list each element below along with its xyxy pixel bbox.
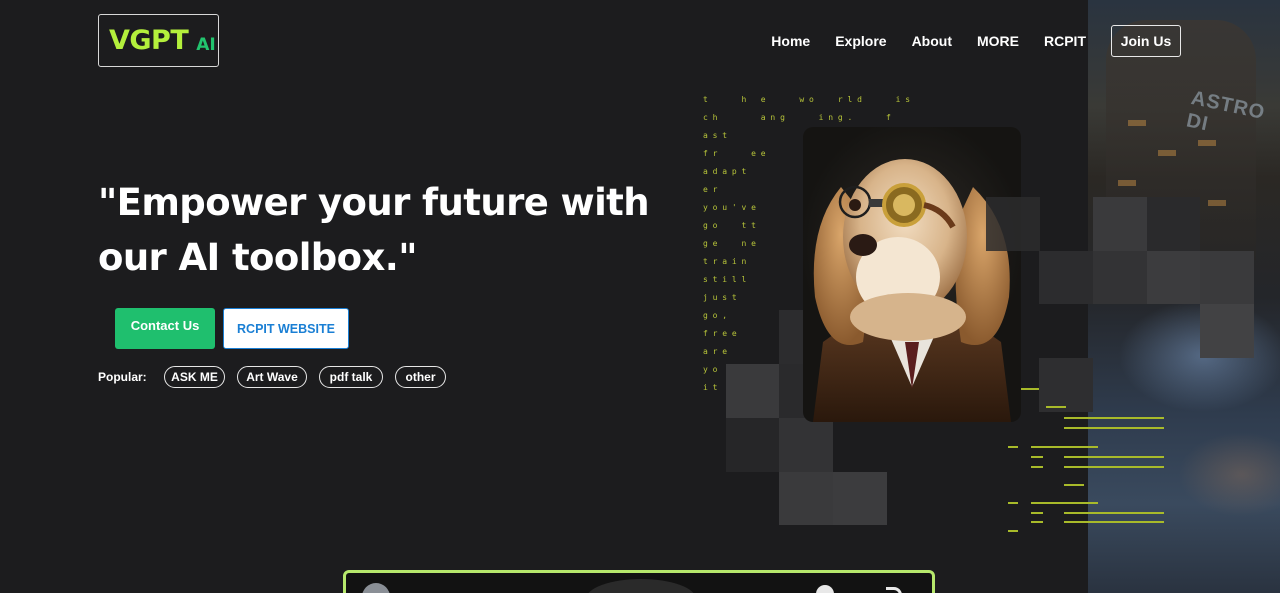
nav-rcpit[interactable]: RCPIT	[1044, 33, 1086, 49]
nav-about[interactable]: About	[912, 33, 952, 49]
pixel-square	[1039, 358, 1093, 412]
window-light	[1208, 200, 1226, 206]
dog-illustration	[813, 159, 1011, 422]
pixel-square	[1200, 304, 1254, 358]
share-icon[interactable]	[886, 587, 902, 593]
code-line	[1031, 456, 1043, 458]
code-line	[1031, 466, 1043, 468]
window-light	[1198, 140, 1216, 146]
pixel-square	[779, 418, 833, 472]
landing-page: ASTRO DI VGPT AI Home Explore About MORE…	[0, 0, 1280, 593]
pixel-square	[726, 418, 780, 472]
channel-avatar[interactable]	[362, 583, 390, 593]
pixel-square	[779, 472, 833, 525]
watch-later-icon[interactable]	[816, 585, 834, 593]
pixel-square	[1147, 251, 1200, 304]
hero-title-line-2: our AI toolbox."	[98, 236, 417, 279]
hero-title-line-1: "Empower your future with	[98, 181, 650, 224]
join-us-button[interactable]: Join Us	[1111, 25, 1181, 57]
hero-title: "Empower your future with our AI toolbox…	[98, 175, 658, 285]
code-line	[1008, 502, 1018, 504]
chip-art-wave[interactable]: Art Wave	[237, 366, 307, 388]
code-line	[1031, 502, 1098, 504]
window-light	[1128, 120, 1146, 126]
nav-more[interactable]: MORE	[977, 33, 1019, 49]
logo-main-text: VGPT	[109, 25, 189, 56]
pixel-square	[1093, 251, 1147, 304]
code-line	[1031, 512, 1043, 514]
code-line	[1064, 417, 1164, 419]
code-line	[1064, 521, 1164, 523]
contact-us-button[interactable]: Contact Us	[115, 308, 215, 349]
window-light	[1158, 150, 1176, 156]
code-line	[1064, 512, 1164, 514]
code-line	[1064, 484, 1084, 486]
video-thumbnail-figure	[586, 579, 696, 593]
dog-portrait-image	[803, 127, 1021, 422]
pixel-square	[1039, 251, 1093, 304]
main-nav: Home Explore About MORE RCPIT Join Us	[746, 25, 1181, 57]
pixel-square	[1093, 197, 1147, 251]
chip-pdf-talk[interactable]: pdf talk	[319, 366, 383, 388]
code-line	[1064, 466, 1164, 468]
pixel-square	[1200, 251, 1254, 304]
nav-explore[interactable]: Explore	[835, 33, 886, 49]
matrix-line: c h a n g i n g . f	[703, 113, 891, 122]
code-line	[1064, 456, 1164, 458]
code-line	[1008, 446, 1018, 448]
chip-other[interactable]: other	[395, 366, 446, 388]
rcpit-website-button[interactable]: RCPIT WEBSITE	[223, 308, 349, 349]
code-line	[1046, 406, 1066, 408]
logo-sub-text: AI	[196, 34, 216, 55]
pixel-square	[986, 197, 1040, 251]
code-line	[1008, 530, 1018, 532]
matrix-line: t h e w o r l d i s	[703, 95, 911, 104]
chip-ask-me[interactable]: ASK ME	[164, 366, 225, 388]
code-line	[1031, 521, 1043, 523]
video-embed[interactable]	[343, 570, 935, 593]
window-light	[1118, 180, 1136, 186]
popular-label: Popular:	[98, 370, 147, 384]
code-line	[1031, 446, 1098, 448]
pixel-square	[726, 364, 780, 418]
code-line	[1064, 427, 1164, 429]
code-line	[1021, 388, 1039, 390]
nav-home[interactable]: Home	[771, 33, 810, 49]
pixel-square	[833, 472, 887, 525]
site-logo[interactable]: VGPT AI	[98, 14, 219, 67]
pixel-square	[1147, 197, 1200, 251]
